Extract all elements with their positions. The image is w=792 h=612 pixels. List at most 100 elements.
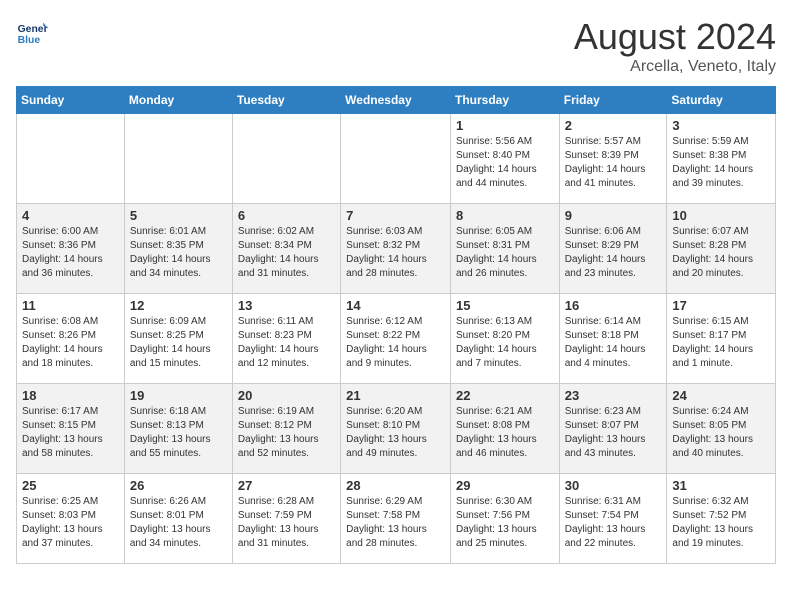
calendar-cell: 22 Sunrise: 6:21 AM Sunset: 8:08 PM Dayli… — [450, 384, 559, 474]
day-info: Sunrise: 6:03 AM Sunset: 8:32 PM Dayligh… — [346, 225, 445, 281]
day-number: 23 — [565, 388, 662, 403]
calendar-week-5: 25 Sunrise: 6:25 AM Sunset: 8:03 PM Dayli… — [17, 474, 776, 564]
day-info: Sunrise: 6:09 AM Sunset: 8:25 PM Dayligh… — [130, 315, 227, 371]
calendar-cell: 13Sunrise: 6:11 AM Sunset: 8:23 PM Dayli… — [232, 294, 340, 384]
day-info: Sunrise: 6:30 AM Sunset: 7:56 PM Dayligh… — [456, 495, 554, 551]
day-info: Sunrise: 6:18 AM Sunset: 8:13 PM Dayligh… — [130, 405, 227, 461]
day-header-thursday: Thursday — [450, 87, 559, 114]
day-number: 25 — [22, 478, 119, 493]
day-number: 27 — [238, 478, 335, 493]
day-info: Sunrise: 6:26 AM Sunset: 8:01 PM Dayligh… — [130, 495, 227, 551]
day-number: 6 — [238, 208, 335, 223]
day-number: 24 — [672, 388, 770, 403]
calendar-cell: 21 Sunrise: 6:20 AM Sunset: 8:10 PM Dayli… — [341, 384, 451, 474]
calendar-cell: 9Sunrise: 6:06 AM Sunset: 8:29 PM Daylig… — [559, 204, 667, 294]
day-info: Sunrise: 5:59 AM Sunset: 8:38 PM Dayligh… — [672, 135, 770, 191]
day-info: Sunrise: 6:25 AM Sunset: 8:03 PM Dayligh… — [22, 495, 119, 551]
month-title: August 2024 — [574, 16, 776, 58]
day-number: 7 — [346, 208, 445, 223]
day-info: Sunrise: 6:20 AM Sunset: 8:10 PM Dayligh… — [346, 405, 445, 461]
day-number: 29 — [456, 478, 554, 493]
calendar-week-3: 11Sunrise: 6:08 AM Sunset: 8:26 PM Dayli… — [17, 294, 776, 384]
day-info: Sunrise: 6:24 AM Sunset: 8:05 PM Dayligh… — [672, 405, 770, 461]
calendar-cell: 14 Sunrise: 6:12 AM Sunset: 8:22 PM Dayli… — [341, 294, 451, 384]
day-header-sunday: Sunday — [17, 87, 125, 114]
calendar-cell: 5 Sunrise: 6:01 AM Sunset: 8:35 PM Daylig… — [124, 204, 232, 294]
day-number: 2 — [565, 118, 662, 133]
day-info: Sunrise: 6:15 AM Sunset: 8:17 PM Dayligh… — [672, 315, 770, 371]
day-info: Sunrise: 6:32 AM Sunset: 7:52 PM Dayligh… — [672, 495, 770, 551]
day-info: Sunrise: 6:12 AM Sunset: 8:22 PM Dayligh… — [346, 315, 445, 371]
day-info: Sunrise: 6:17 AM Sunset: 8:15 PM Dayligh… — [22, 405, 119, 461]
day-number: 16 — [565, 298, 662, 313]
calendar-cell: 26 Sunrise: 6:26 AM Sunset: 8:01 PM Dayli… — [124, 474, 232, 564]
day-number: 28 — [346, 478, 445, 493]
calendar-cell: 11Sunrise: 6:08 AM Sunset: 8:26 PM Dayli… — [17, 294, 125, 384]
day-number: 12 — [130, 298, 227, 313]
calendar-cell: 7 Sunrise: 6:03 AM Sunset: 8:32 PM Daylig… — [341, 204, 451, 294]
calendar-table: SundayMondayTuesdayWednesdayThursdayFrid… — [16, 86, 776, 564]
day-header-friday: Friday — [559, 87, 667, 114]
calendar-cell: 15Sunrise: 6:13 AM Sunset: 8:20 PM Dayli… — [450, 294, 559, 384]
calendar-cell: 8Sunrise: 6:05 AM Sunset: 8:31 PM Daylig… — [450, 204, 559, 294]
day-number: 30 — [565, 478, 662, 493]
calendar-cell: 4 Sunrise: 6:00 AM Sunset: 8:36 PM Daylig… — [17, 204, 125, 294]
calendar-cell: 19 Sunrise: 6:18 AM Sunset: 8:13 PM Dayli… — [124, 384, 232, 474]
day-info: Sunrise: 6:31 AM Sunset: 7:54 PM Dayligh… — [565, 495, 662, 551]
calendar-cell: 6Sunrise: 6:02 AM Sunset: 8:34 PM Daylig… — [232, 204, 340, 294]
day-info: Sunrise: 6:14 AM Sunset: 8:18 PM Dayligh… — [565, 315, 662, 371]
calendar-cell: 28 Sunrise: 6:29 AM Sunset: 7:58 PM Dayli… — [341, 474, 451, 564]
calendar-cell: 2 Sunrise: 5:57 AM Sunset: 8:39 PM Daylig… — [559, 114, 667, 204]
title-block: August 2024 Arcella, Veneto, Italy — [574, 16, 776, 76]
calendar-cell: 10 Sunrise: 6:07 AM Sunset: 8:28 PM Dayli… — [667, 204, 776, 294]
calendar-cell — [232, 114, 340, 204]
day-header-saturday: Saturday — [667, 87, 776, 114]
day-info: Sunrise: 6:00 AM Sunset: 8:36 PM Dayligh… — [22, 225, 119, 281]
calendar-cell: 29 Sunrise: 6:30 AM Sunset: 7:56 PM Dayli… — [450, 474, 559, 564]
day-header-wednesday: Wednesday — [341, 87, 451, 114]
calendar-cell — [124, 114, 232, 204]
day-info: Sunrise: 6:28 AM Sunset: 7:59 PM Dayligh… — [238, 495, 335, 551]
calendar-cell — [17, 114, 125, 204]
day-number: 21 — [346, 388, 445, 403]
calendar-cell: 17 Sunrise: 6:15 AM Sunset: 8:17 PM Dayli… — [667, 294, 776, 384]
day-info: Sunrise: 5:56 AM Sunset: 8:40 PM Dayligh… — [456, 135, 554, 191]
calendar-cell: 20Sunrise: 6:19 AM Sunset: 8:12 PM Dayli… — [232, 384, 340, 474]
location: Arcella, Veneto, Italy — [574, 58, 776, 76]
day-info: Sunrise: 6:23 AM Sunset: 8:07 PM Dayligh… — [565, 405, 662, 461]
day-info: Sunrise: 5:57 AM Sunset: 8:39 PM Dayligh… — [565, 135, 662, 191]
day-number: 15 — [456, 298, 554, 313]
day-info: Sunrise: 6:07 AM Sunset: 8:28 PM Dayligh… — [672, 225, 770, 281]
day-number: 4 — [22, 208, 119, 223]
logo-icon: General Blue — [16, 16, 48, 48]
day-number: 10 — [672, 208, 770, 223]
day-number: 1 — [456, 118, 554, 133]
calendar-cell: 3 Sunrise: 5:59 AM Sunset: 8:38 PM Daylig… — [667, 114, 776, 204]
day-info: Sunrise: 6:21 AM Sunset: 8:08 PM Dayligh… — [456, 405, 554, 461]
calendar-week-4: 18Sunrise: 6:17 AM Sunset: 8:15 PM Dayli… — [17, 384, 776, 474]
day-number: 13 — [238, 298, 335, 313]
day-number: 5 — [130, 208, 227, 223]
calendar-cell: 18Sunrise: 6:17 AM Sunset: 8:15 PM Dayli… — [17, 384, 125, 474]
day-number: 22 — [456, 388, 554, 403]
calendar-cell: 30 Sunrise: 6:31 AM Sunset: 7:54 PM Dayli… — [559, 474, 667, 564]
day-number: 3 — [672, 118, 770, 133]
calendar-header-row: SundayMondayTuesdayWednesdayThursdayFrid… — [17, 87, 776, 114]
calendar-cell: 1 Sunrise: 5:56 AM Sunset: 8:40 PM Daylig… — [450, 114, 559, 204]
calendar-week-1: 1 Sunrise: 5:56 AM Sunset: 8:40 PM Daylig… — [17, 114, 776, 204]
day-number: 11 — [22, 298, 119, 313]
day-number: 14 — [346, 298, 445, 313]
day-info: Sunrise: 6:01 AM Sunset: 8:35 PM Dayligh… — [130, 225, 227, 281]
day-info: Sunrise: 6:05 AM Sunset: 8:31 PM Dayligh… — [456, 225, 554, 281]
calendar-cell: 25 Sunrise: 6:25 AM Sunset: 8:03 PM Dayli… — [17, 474, 125, 564]
calendar-cell — [341, 114, 451, 204]
day-number: 9 — [565, 208, 662, 223]
day-info: Sunrise: 6:29 AM Sunset: 7:58 PM Dayligh… — [346, 495, 445, 551]
day-number: 17 — [672, 298, 770, 313]
page-header: General Blue August 2024 Arcella, Veneto… — [16, 16, 776, 76]
day-header-monday: Monday — [124, 87, 232, 114]
calendar-cell: 24 Sunrise: 6:24 AM Sunset: 8:05 PM Dayli… — [667, 384, 776, 474]
day-number: 26 — [130, 478, 227, 493]
day-number: 19 — [130, 388, 227, 403]
svg-text:Blue: Blue — [18, 35, 41, 46]
